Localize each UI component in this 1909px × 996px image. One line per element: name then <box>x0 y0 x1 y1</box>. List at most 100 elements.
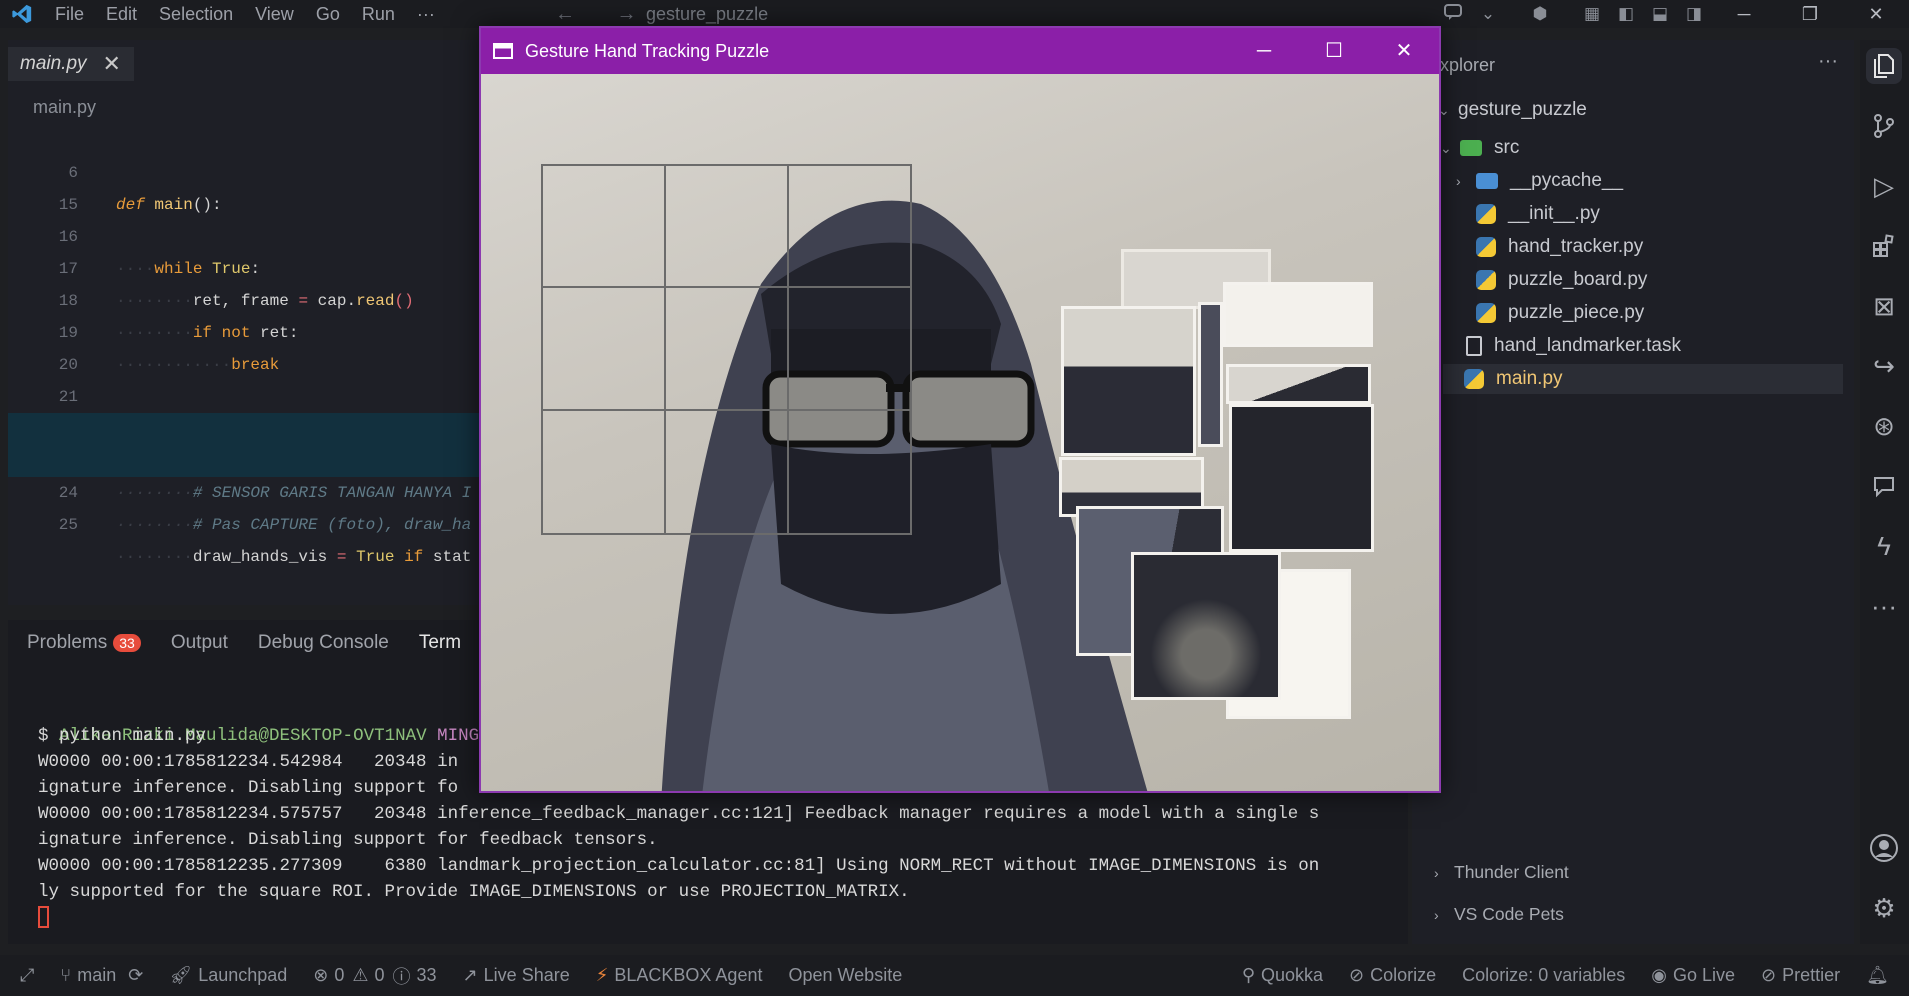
puzzle-piece[interactable] <box>1229 404 1374 552</box>
tab-close-icon[interactable]: ✕ <box>103 51 121 77</box>
thunder-icon[interactable]: ϟ <box>1866 528 1902 564</box>
toggle-panel-icon[interactable]: ⬓ <box>1643 4 1677 24</box>
code-line-comment[interactable]: 23 ········# SENSOR GARIS TANGAN HANYA I <box>8 413 483 502</box>
colorize-button[interactable]: ⊘ Colorize <box>1349 965 1436 986</box>
section-vscode-pets[interactable]: › VS Code Pets <box>1434 904 1564 925</box>
bolt-icon: ⚡ <box>595 965 609 985</box>
menu-more[interactable]: ··· <box>406 4 446 25</box>
go-live-button[interactable]: ◉ Go Live <box>1651 965 1735 986</box>
copilot-chat-icon[interactable] <box>1866 468 1902 504</box>
menu-view[interactable]: View <box>244 4 305 25</box>
breadcrumb[interactable]: main.py <box>33 97 96 118</box>
more-icon[interactable]: ··· <box>1866 588 1902 624</box>
puzzle-piece[interactable] <box>1198 302 1223 447</box>
quokka-button[interactable]: ⚲ Quokka <box>1242 965 1323 986</box>
notifications-bell-icon[interactable]: 🔔︎ <box>1866 965 1889 986</box>
account-icon[interactable] <box>1866 830 1902 866</box>
launchpad-button[interactable]: 🚀︎ Launchpad <box>169 965 287 986</box>
tab-problems[interactable]: Problems 33 <box>27 632 141 654</box>
layout-customize-icon[interactable]: ▦ <box>1575 4 1609 24</box>
toggle-secondary-sidebar-icon[interactable]: ◨ <box>1677 4 1711 24</box>
git-graph-icon[interactable]: ⊛ <box>1866 408 1902 444</box>
python-icon <box>1476 270 1496 290</box>
files-icon[interactable] <box>1866 48 1902 84</box>
menu-go[interactable]: Go <box>305 4 351 25</box>
git-branch-icon: ⑂ <box>60 965 72 985</box>
window-close-button[interactable]: ✕ <box>1369 28 1439 74</box>
window-minimize-button[interactable]: ─ <box>1229 28 1299 74</box>
tree-item-label: src <box>1494 137 1520 158</box>
code-line[interactable]: 22 <box>8 381 483 438</box>
tree-item-label: puzzle_board.py <box>1508 269 1648 290</box>
blackbox-agent-button[interactable]: ⚡ BLACKBOX Agent <box>596 965 763 986</box>
puzzle-piece[interactable] <box>1061 306 1196 456</box>
code-line[interactable]: 18 ········if not ret: <box>8 253 483 342</box>
remote-explorer-icon[interactable]: ⊠ <box>1866 288 1902 324</box>
puzzle-piece[interactable] <box>1223 282 1373 347</box>
tab-output[interactable]: Output <box>171 632 228 654</box>
errors-count[interactable]: ⊗ 0 <box>313 965 344 986</box>
extensions-icon[interactable] <box>1866 228 1902 264</box>
prettier-button[interactable]: ⊘ Prettier <box>1761 965 1840 986</box>
tree-root[interactable]: ⌄ gesture_puzzle <box>1438 95 1587 125</box>
tree-item-init[interactable]: __init__.py <box>1476 199 1600 229</box>
code-line[interactable]: 16 ····while True: <box>8 189 483 278</box>
code-line[interactable]: 6 def main(): <box>8 125 483 214</box>
code-line[interactable]: 17 ········ret, frame = cap.read() <box>8 221 483 310</box>
tree-item-puzzle-piece[interactable]: puzzle_piece.py <box>1476 298 1644 328</box>
tree-item-hand-tracker[interactable]: hand_tracker.py <box>1476 232 1643 262</box>
minimize-button[interactable]: ─ <box>1711 4 1777 25</box>
source-control-icon[interactable] <box>1866 108 1902 144</box>
close-button[interactable]: ✕ <box>1843 4 1909 25</box>
colorize-variables[interactable]: Colorize: 0 variables <box>1462 965 1625 986</box>
settings-gear-icon[interactable]: ⚙ <box>1866 890 1902 926</box>
info-count[interactable]: ⓘ 33 <box>393 963 437 989</box>
tree-item-main[interactable]: main.py <box>1443 364 1843 394</box>
file-icon <box>1466 336 1482 356</box>
window-title-bar[interactable]: Gesture Hand Tracking Puzzle ─ ☐ ✕ <box>481 28 1439 74</box>
copilot-icon[interactable] <box>1437 3 1471 26</box>
nav-arrows[interactable]: ← → <box>555 0 655 28</box>
more-icon[interactable]: ··· <box>1818 50 1838 73</box>
puzzle-piece[interactable] <box>1226 364 1371 404</box>
menu-edit[interactable]: Edit <box>95 4 148 25</box>
menu-selection[interactable]: Selection <box>148 4 244 25</box>
code-line[interactable]: 19 ············break <box>8 285 483 374</box>
tree-item-src[interactable]: ⌄ src <box>1440 133 1519 163</box>
tree-item-pycache[interactable]: › __pycache__ <box>1456 166 1623 196</box>
code-line[interactable]: 20 <box>8 317 483 374</box>
restore-button[interactable]: ❐ <box>1777 4 1843 25</box>
terminal-line: W0000 00:00:1785812234.542984 20348 in <box>38 752 459 772</box>
puzzle-piece[interactable] <box>1131 552 1281 700</box>
section-thunder-client[interactable]: › Thunder Client <box>1434 862 1569 883</box>
code-line[interactable]: 15 <box>8 157 483 214</box>
live-share-button[interactable]: ↗ Live Share <box>463 965 570 986</box>
open-website-button[interactable]: Open Website <box>788 965 902 986</box>
run-debug-icon[interactable]: ▷ <box>1866 168 1902 204</box>
camera-feed[interactable] <box>481 74 1439 791</box>
tree-item-puzzle-board[interactable]: puzzle_board.py <box>1476 265 1647 295</box>
branch-indicator[interactable]: ⑂ main ⟳ <box>60 965 143 986</box>
tab-terminal[interactable]: Term <box>419 632 461 654</box>
tab-debug-console[interactable]: Debug Console <box>258 632 389 654</box>
toggle-primary-sidebar-icon[interactable]: ◧ <box>1609 4 1643 24</box>
code-line[interactable]: 25 ········draw_hands_vis = True if stat <box>8 477 483 566</box>
warnings-count[interactable]: ⚠ 0 <box>352 965 384 986</box>
menu-run[interactable]: Run <box>351 4 406 25</box>
tree-item-hand-landmarker[interactable]: hand_landmarker.task <box>1466 331 1681 361</box>
code-line[interactable]: 21 ········frame = cv2.flip(frame, 1) # <box>8 349 483 438</box>
folder-icon <box>1476 173 1498 189</box>
editor-tab-main[interactable]: main.py ✕ <box>8 47 134 81</box>
command-center-search[interactable]: gesture_puzzle <box>646 0 768 28</box>
terminal-line: W0000 00:00:1785812235.277309 6380 landm… <box>38 856 1320 876</box>
live-share-icon[interactable]: ↪ <box>1866 348 1902 384</box>
remote-icon[interactable]: ⤢ <box>20 965 34 986</box>
prompt-env: MING <box>437 726 480 746</box>
chevron-down-icon[interactable]: ⌄ <box>1471 4 1505 24</box>
extension-hex-icon[interactable]: ⬢ <box>1505 4 1575 24</box>
gesture-puzzle-window[interactable]: Gesture Hand Tracking Puzzle ─ ☐ ✕ <box>479 26 1441 793</box>
menu-file[interactable]: File <box>44 4 95 25</box>
terminal-line: ignature inference. Disabling support fo <box>38 778 459 798</box>
window-maximize-button[interactable]: ☐ <box>1299 28 1369 74</box>
code-line-comment[interactable]: 24 ········# Pas CAPTURE (foto), draw_ha <box>8 445 483 534</box>
